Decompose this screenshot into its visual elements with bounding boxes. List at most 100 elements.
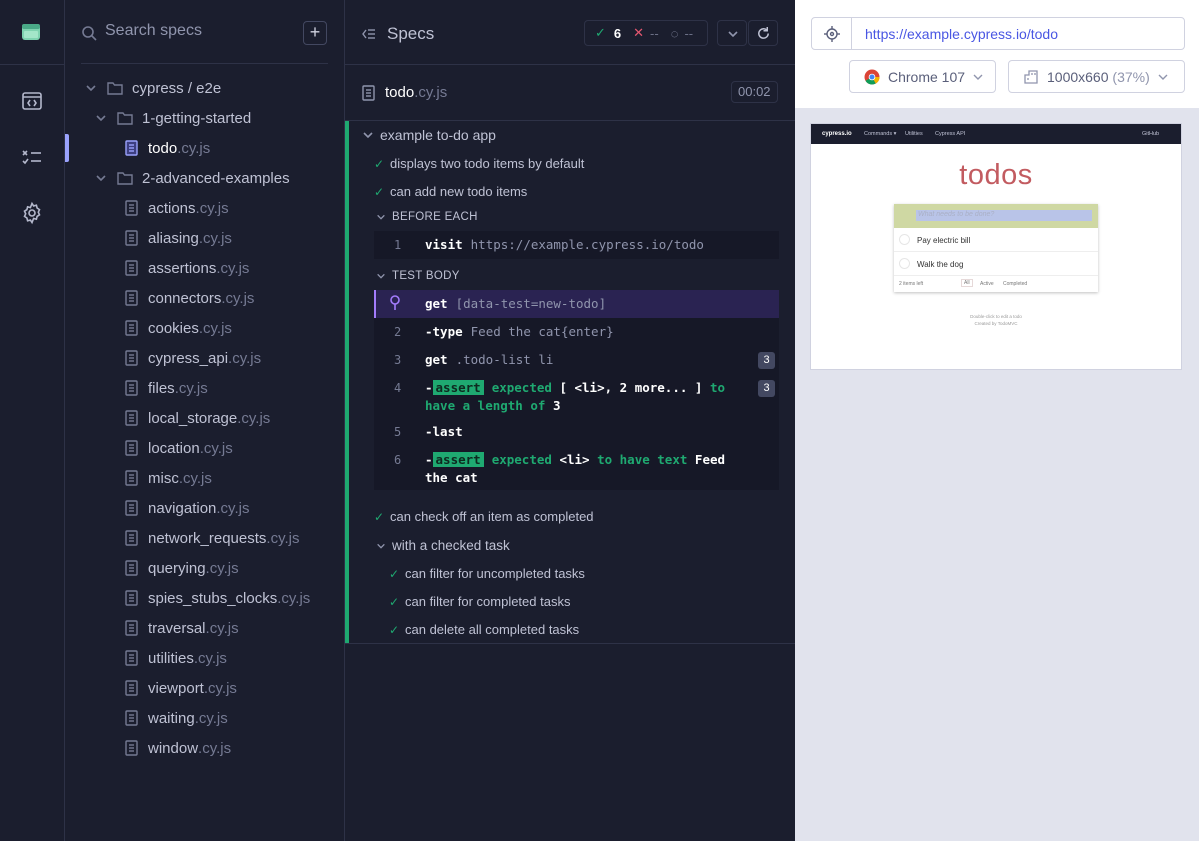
spec-item-location[interactable]: location .cy.js [125, 433, 233, 463]
command-row-pinned[interactable]: get [data-test=new-todo] [374, 290, 779, 318]
left-nav-rail [0, 0, 65, 841]
spec-item-misc[interactable]: misc .cy.js [125, 463, 212, 493]
document-icon [125, 320, 138, 336]
spec-item-spies-stubs-clocks[interactable]: spies_stubs_clocks .cy.js [125, 583, 310, 613]
spec-ext: .cy.js [198, 739, 232, 757]
spec-name: location [148, 439, 200, 457]
settings-gear-icon[interactable] [20, 201, 44, 225]
spec-ext: .cy.js [205, 619, 239, 637]
spec-item-traversal[interactable]: traversal .cy.js [125, 613, 239, 643]
document-icon [125, 530, 138, 546]
filter-completed[interactable]: Completed [1003, 281, 1027, 287]
todo-toggle[interactable] [899, 258, 910, 269]
command-text: - assert expected <li> to have text Feed t… [425, 451, 755, 487]
test-row[interactable]: ✓ can filter for uncompleted tasks [389, 566, 585, 581]
test-title: can add new todo items [390, 184, 528, 199]
todo-label: Walk the dog [917, 260, 964, 269]
test-row[interactable]: ✓ can delete all completed tasks [389, 622, 579, 637]
spec-item-aliasing[interactable]: aliasing .cy.js [125, 223, 232, 253]
hook-test-body[interactable]: TEST BODY [376, 270, 460, 282]
command-row[interactable]: 4 - assert expected [ <li>, 2 more... ] to… [374, 374, 779, 418]
spec-item-waiting[interactable]: waiting .cy.js [125, 703, 228, 733]
new-todo-input[interactable]: What needs to be done? [894, 204, 1098, 228]
spec-item-local-storage[interactable]: local_storage .cy.js [125, 403, 270, 433]
test-row[interactable]: ✓ can filter for completed tasks [389, 594, 570, 609]
document-icon [125, 680, 138, 696]
spec-item-actions[interactable]: actions .cy.js [125, 193, 229, 223]
command-row[interactable]: 3 get .todo-list li 3 [374, 346, 779, 374]
folder-row-advanced-examples[interactable]: 2-advanced-examples [95, 163, 290, 193]
spec-item-window[interactable]: window .cy.js [125, 733, 231, 763]
spec-ext: .cy.js [193, 649, 227, 667]
app-nav-utilities[interactable]: Utilities [905, 131, 923, 137]
spec-item-viewport[interactable]: viewport .cy.js [125, 673, 237, 703]
folder-row-getting-started[interactable]: 1-getting-started [95, 103, 251, 133]
pending-value: -- [684, 25, 694, 41]
spec-ext: .cy.js [266, 529, 300, 547]
spec-name: actions [148, 199, 196, 217]
document-icon [125, 560, 138, 576]
test-title: can check off an item as completed [390, 509, 594, 524]
todo-item[interactable]: Pay electric bill [894, 228, 1098, 252]
document-icon [125, 260, 138, 276]
app-info-edit: Double-click to edit a todo [970, 314, 1022, 319]
spec-item-files[interactable]: files .cy.js [125, 373, 208, 403]
app-nav-commands[interactable]: Commands ▾ [864, 131, 896, 137]
command-row[interactable]: 6 - assert expected <li> to have text Feed… [374, 446, 779, 490]
spec-item-network-requests[interactable]: network_requests .cy.js [125, 523, 299, 553]
spec-name: querying [148, 559, 206, 577]
spec-item-utilities[interactable]: utilities .cy.js [125, 643, 227, 673]
sub-suite-row[interactable]: with a checked task [376, 538, 510, 553]
spec-item-todo[interactable]: todo .cy.js [125, 133, 210, 163]
document-icon [125, 470, 138, 486]
command-text: - assert expected [ <li>, 2 more... ] to h… [425, 379, 755, 415]
filter-active[interactable]: Active [980, 281, 994, 287]
test-row[interactable]: ✓ can add new todo items [374, 184, 527, 199]
spec-ext: .cy.js [198, 319, 232, 337]
test-row[interactable]: ✓ displays two todo items by default [374, 156, 584, 171]
runs-list-icon[interactable] [20, 145, 44, 169]
folder-row-root[interactable]: cypress / e2e [85, 73, 221, 103]
command-prefix: - [425, 380, 433, 395]
spec-item-cypress-api[interactable]: cypress_api .cy.js [125, 343, 261, 373]
command-name: -type [425, 324, 463, 339]
selector-playground-button[interactable] [812, 18, 852, 49]
url-text[interactable]: https://example.cypress.io/todo [865, 26, 1058, 42]
suite-row[interactable]: example to-do app [362, 127, 496, 143]
command-row[interactable]: 2 -type Feed the cat{enter} [374, 318, 779, 346]
app-brand[interactable]: cypress.io [822, 131, 852, 137]
document-icon [125, 740, 138, 756]
todo-toggle[interactable] [899, 234, 910, 245]
command-arg: [data-test=new-todo] [455, 296, 607, 311]
rerun-button[interactable] [748, 20, 778, 46]
todo-item[interactable]: Walk the dog [894, 252, 1098, 276]
document-icon [125, 440, 138, 456]
spec-search[interactable]: Search specs [81, 18, 328, 64]
spec-item-navigation[interactable]: navigation .cy.js [125, 493, 249, 523]
cypress-logo-icon[interactable] [21, 22, 41, 42]
document-icon [125, 500, 138, 516]
new-spec-button[interactable]: + [303, 21, 327, 45]
test-row[interactable]: ✓ can check off an item as completed [374, 509, 594, 524]
aut-iframe[interactable]: cypress.io Commands ▾ Utilities Cypress … [811, 124, 1181, 369]
filter-all[interactable]: All [961, 279, 973, 287]
test-stats: ✓ 6 ✕ -- ◌ -- [584, 20, 708, 46]
spec-name: spies_stubs_clocks [148, 589, 278, 607]
search-input[interactable]: Search specs [105, 22, 202, 40]
command-row[interactable]: 1 visit https://example.cypress.io/todo [374, 231, 779, 259]
hook-before-each[interactable]: BEFORE EACH [376, 211, 478, 223]
spec-item-assertions[interactable]: assertions .cy.js [125, 253, 249, 283]
spec-duration: 00:02 [731, 81, 778, 103]
spec-item-cookies[interactable]: cookies .cy.js [125, 313, 232, 343]
viewport-selector[interactable]: 1000x660 (37%) [1008, 60, 1185, 93]
app-nav-github[interactable]: GitHub [1142, 131, 1159, 137]
items-left: 2 items left [899, 281, 924, 287]
spec-item-querying[interactable]: querying .cy.js [125, 553, 239, 583]
browser-selector[interactable]: Chrome 107 [849, 60, 996, 93]
command-row[interactable]: 5 -last [374, 418, 779, 446]
spec-item-connectors[interactable]: connectors .cy.js [125, 283, 254, 313]
specs-browser-icon[interactable] [20, 89, 44, 113]
app-nav-cypress-api[interactable]: Cypress API [935, 131, 965, 137]
specs-menu-icon[interactable] [362, 27, 376, 41]
expand-collapse-button[interactable] [717, 20, 747, 46]
